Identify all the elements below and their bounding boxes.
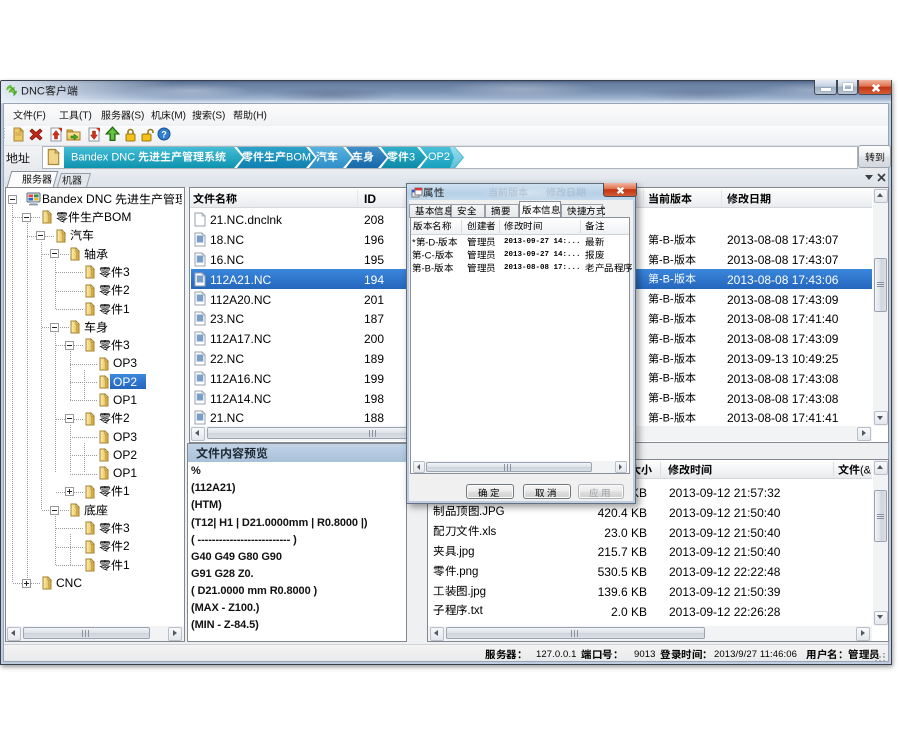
svg-text:?: ?: [161, 130, 167, 140]
